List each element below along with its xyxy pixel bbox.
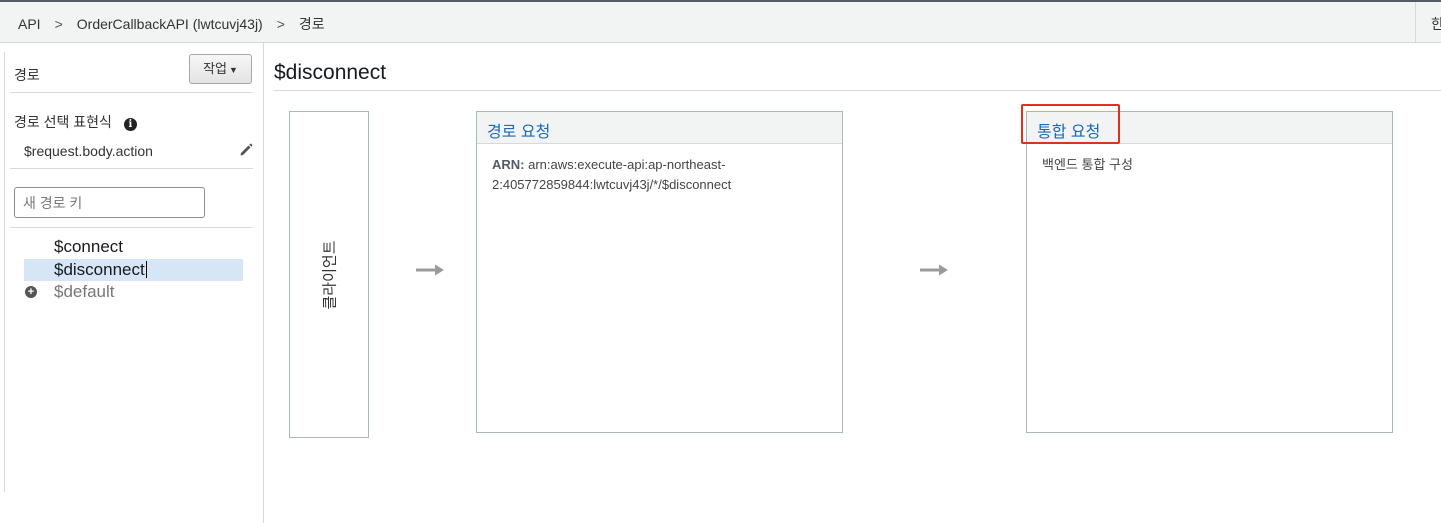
route-item-default[interactable]: + $default (24, 281, 243, 303)
breadcrumb-divider (1415, 2, 1416, 43)
route-request-panel: 경로 요청 ARN: arn:aws:execute-api:ap-northe… (476, 111, 843, 433)
arrow-right-icon (920, 264, 948, 276)
route-item-label: $disconnect (54, 260, 145, 279)
pencil-icon[interactable] (239, 143, 253, 157)
highlight-annotation-box (1021, 104, 1120, 144)
breadcrumb-item-api[interactable]: API (18, 16, 41, 32)
sidebar-divider (10, 92, 253, 93)
plus-circle-icon[interactable]: + (25, 286, 37, 298)
arn-value: arn:aws:execute-api:ap-northeast- 2:40577… (492, 157, 732, 192)
arn-label: ARN: (492, 157, 525, 172)
route-item-label: $default (54, 282, 115, 301)
breadcrumb-bar: API > OrderCallbackAPI (lwtcuvj43j) > 경로 한 (0, 0, 1441, 43)
selection-expression-label: 경로 선택 표현식 i (14, 112, 137, 132)
sidebar-divider (10, 168, 253, 169)
panel-body: ARN: arn:aws:execute-api:ap-northeast- 2:… (477, 144, 842, 206)
client-box: 클라이언트 (289, 111, 369, 438)
caret-down-icon: ▼ (229, 65, 238, 75)
text-cursor (145, 261, 147, 278)
integration-request-panel: 통합 요청 백엔드 통합 구성 (1026, 111, 1393, 433)
sidebar-title: 경로 (14, 67, 40, 83)
actions-button-label: 작업 (203, 61, 227, 76)
route-item-label: $connect (54, 237, 123, 256)
language-selector[interactable]: 한 (1431, 14, 1441, 34)
breadcrumb-separator: > (276, 16, 285, 32)
route-item-disconnect[interactable]: $disconnect (24, 259, 243, 281)
route-item-connect[interactable]: $connect (24, 236, 243, 258)
selection-expression-value: $request.body.action (24, 143, 153, 159)
panel-body: 백엔드 통합 구성 (1027, 144, 1392, 186)
actions-button[interactable]: 작업 ▼ (189, 54, 252, 84)
panel-header: 경로 요청 (477, 112, 842, 144)
integration-body-text: 백엔드 통합 구성 (1042, 157, 1133, 172)
title-divider (274, 90, 1441, 91)
page-title: $disconnect (274, 61, 387, 84)
breadcrumb-separator: > (54, 16, 63, 32)
arrow-right-icon (416, 264, 444, 276)
new-route-key-input[interactable] (14, 187, 205, 218)
selection-expression-label-text: 경로 선택 표현식 (14, 114, 112, 130)
breadcrumb-item-api-name[interactable]: OrderCallbackAPI (lwtcuvj43j) (77, 16, 263, 32)
sidebar-divider (10, 227, 253, 228)
breadcrumb-item-routes: 경로 (298, 16, 325, 32)
routes-sidebar: 경로 작업▼ 경로 선택 표현식 i $request.body.action $… (0, 43, 264, 523)
breadcrumb: API > OrderCallbackAPI (lwtcuvj43j) > 경로 (18, 14, 325, 34)
client-label: 클라이언트 (321, 239, 339, 310)
info-icon[interactable]: i (123, 118, 137, 131)
route-request-title-link[interactable]: 경로 요청 (487, 118, 550, 142)
